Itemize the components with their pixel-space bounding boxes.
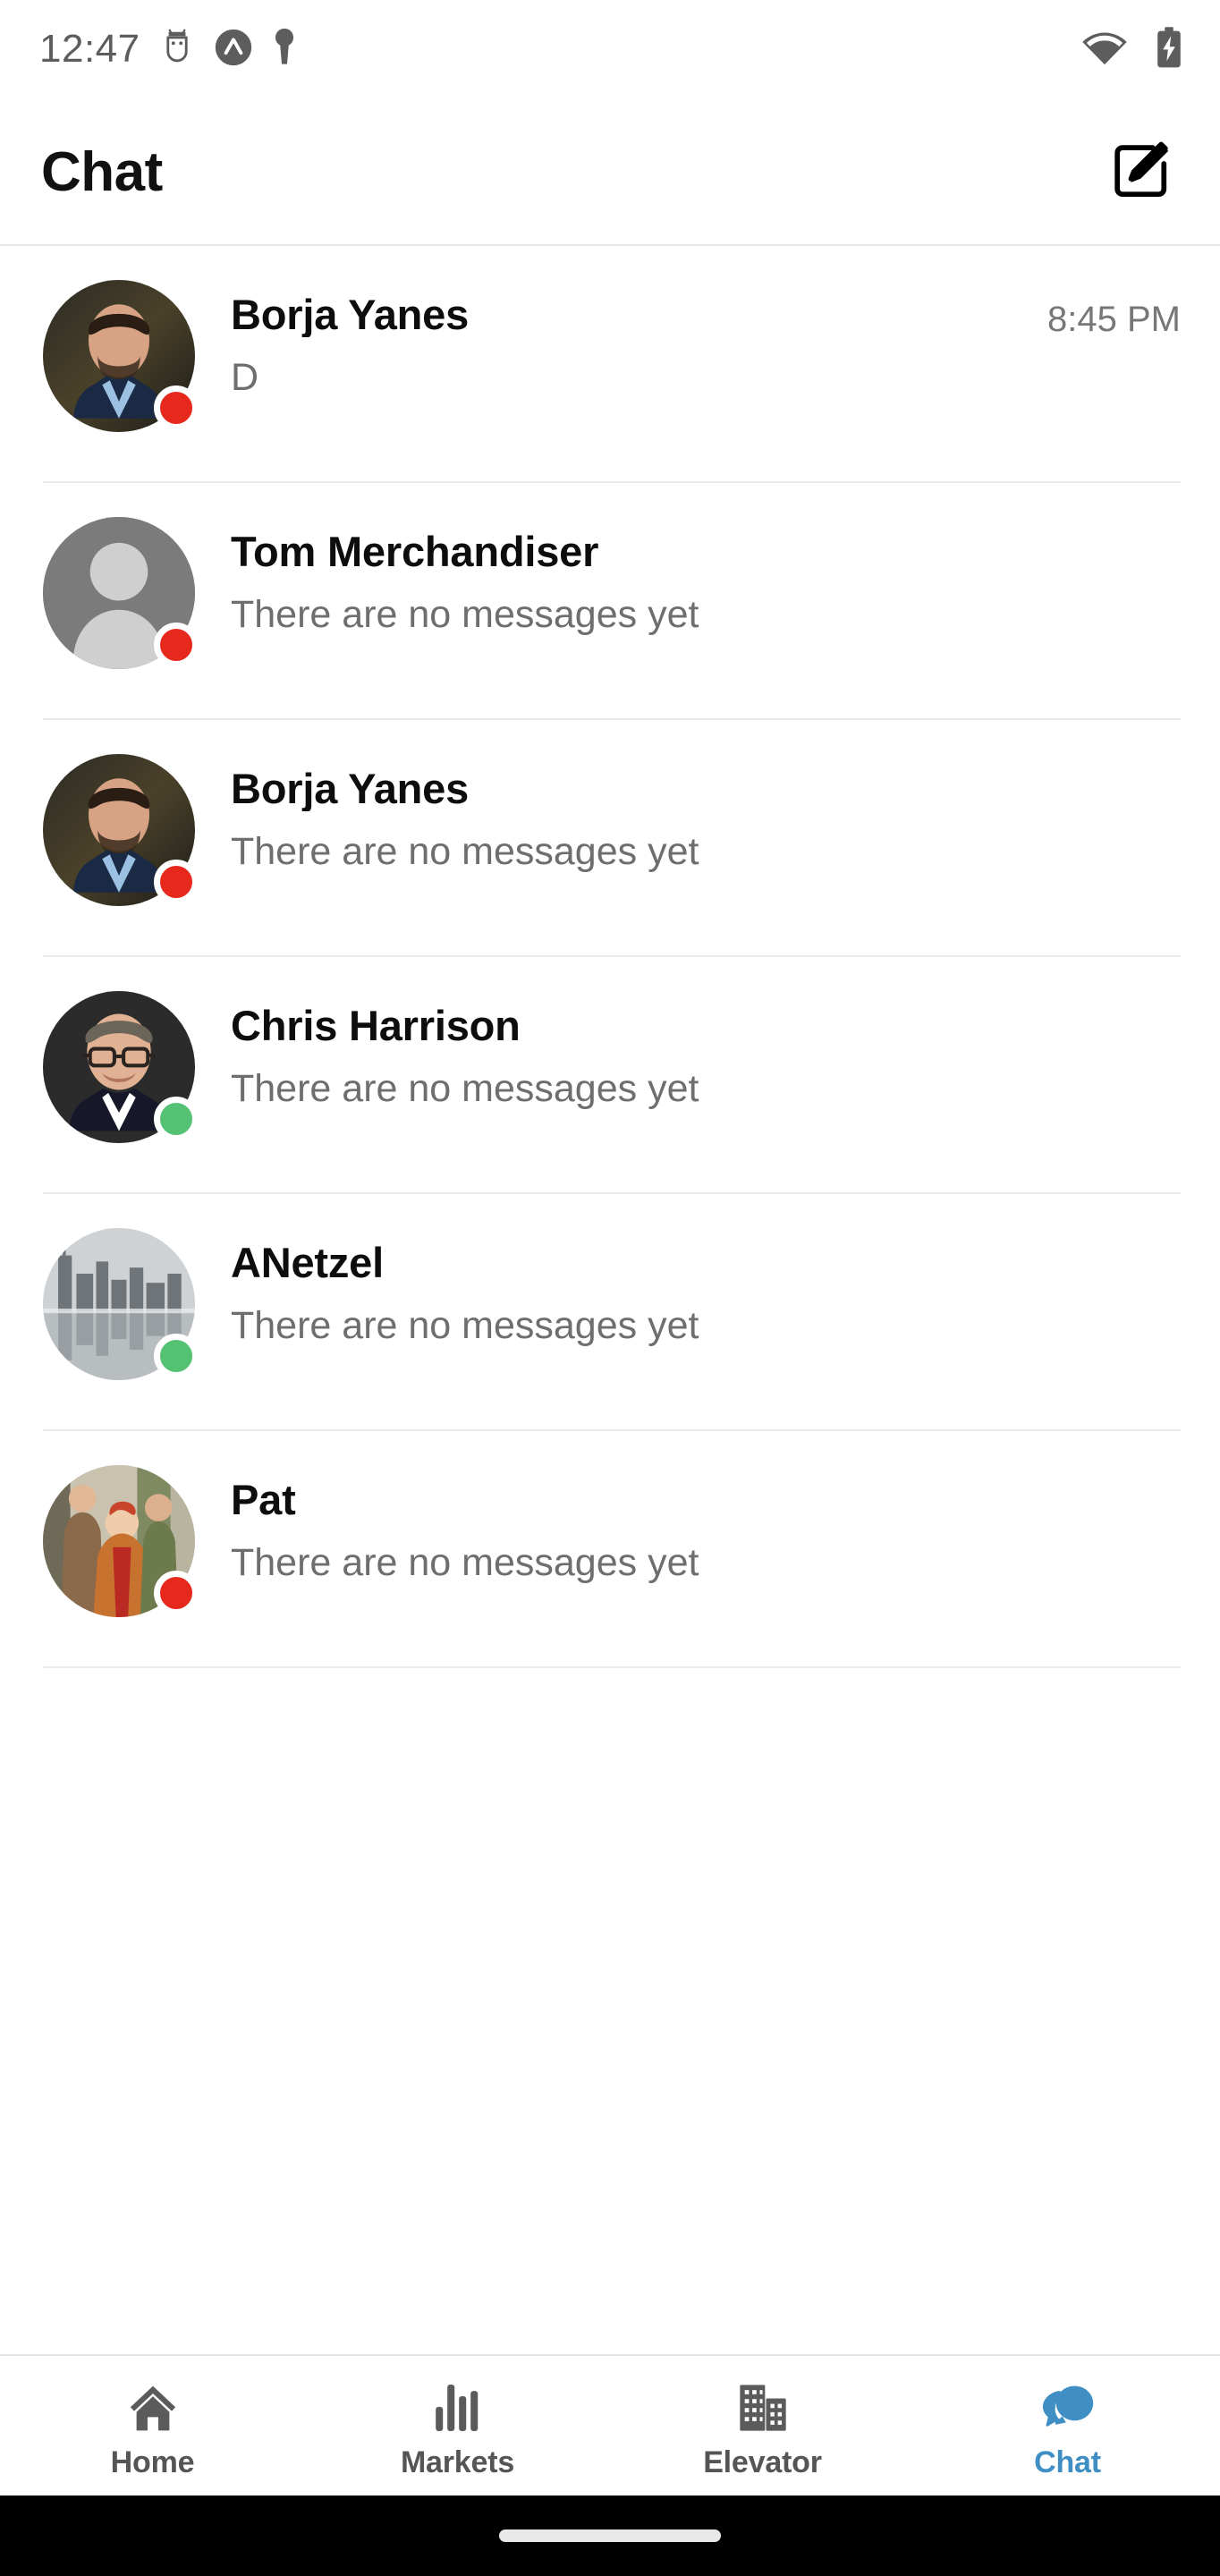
page-title: Chat bbox=[41, 141, 163, 203]
chat-item-preview: D bbox=[231, 356, 259, 399]
bottom-navigation: Home Markets Elevator Chat bbox=[0, 2354, 1220, 2496]
chat-item-timestamp bbox=[1165, 1228, 1181, 1248]
status-dot-offline bbox=[154, 386, 199, 430]
chat-list-item[interactable]: Borja Yanes D 8:45 PM bbox=[0, 246, 1220, 483]
chat-item-text: Borja Yanes D bbox=[195, 280, 1031, 399]
chat-item-text: Tom Merchandiser There are no messages y… bbox=[195, 517, 1165, 636]
chat-item-text: ANetzel There are no messages yet bbox=[195, 1228, 1165, 1347]
avatar bbox=[43, 1465, 199, 1617]
avatar bbox=[43, 517, 199, 669]
nav-label-chat: Chat bbox=[1034, 2445, 1101, 2479]
chat-item-preview: There are no messages yet bbox=[231, 1541, 699, 1584]
nav-item-home[interactable]: Home bbox=[0, 2356, 305, 2496]
app-header: Chat bbox=[0, 98, 1220, 246]
wifi-icon bbox=[1080, 28, 1129, 72]
nav-item-chat[interactable]: Chat bbox=[915, 2356, 1220, 2496]
chat-list: Borja Yanes D 8:45 PM Tom Merchandiser T… bbox=[0, 246, 1220, 2354]
chat-item-preview: There are no messages yet bbox=[231, 830, 699, 873]
status-dot-offline bbox=[154, 860, 199, 904]
chat-item-timestamp bbox=[1165, 1465, 1181, 1485]
chat-item-preview: There are no messages yet bbox=[231, 1067, 699, 1110]
chat-bubble-icon bbox=[1039, 2377, 1097, 2433]
chat-item-name: Chris Harrison bbox=[231, 1004, 521, 1048]
home-icon bbox=[127, 2377, 179, 2433]
status-bar-right bbox=[1080, 26, 1184, 73]
android-debug-icon bbox=[160, 28, 194, 72]
status-dot-offline bbox=[154, 623, 199, 667]
chat-list-item[interactable]: Chris Harrison There are no messages yet bbox=[0, 957, 1220, 1194]
system-navigation-bar bbox=[0, 2496, 1220, 2576]
chat-item-name: Borja Yanes bbox=[231, 292, 470, 337]
chat-item-text: Chris Harrison There are no messages yet bbox=[195, 991, 1165, 1110]
chat-item-timestamp bbox=[1165, 754, 1181, 774]
chat-item-name: Tom Merchandiser bbox=[231, 530, 599, 574]
nav-item-markets[interactable]: Markets bbox=[305, 2356, 610, 2496]
status-bar: 12:47 bbox=[0, 0, 1220, 98]
avatar bbox=[43, 991, 199, 1143]
avatar bbox=[43, 754, 199, 906]
chat-item-preview: There are no messages yet bbox=[231, 1304, 699, 1347]
chat-item-name: Pat bbox=[231, 1478, 296, 1522]
chat-item-timestamp bbox=[1165, 991, 1181, 1011]
compose-button[interactable] bbox=[1102, 133, 1181, 212]
bar-chart-icon bbox=[435, 2377, 481, 2433]
home-indicator[interactable] bbox=[499, 2529, 721, 2542]
nav-label-markets: Markets bbox=[400, 2445, 515, 2479]
list-divider bbox=[43, 1666, 1181, 1668]
chat-item-preview: There are no messages yet bbox=[231, 593, 699, 636]
nav-label-home: Home bbox=[110, 2445, 195, 2479]
nav-label-elevator: Elevator bbox=[703, 2445, 822, 2479]
chat-item-timestamp bbox=[1165, 517, 1181, 537]
avatar bbox=[43, 1228, 199, 1380]
battery-charging-icon bbox=[1154, 26, 1184, 73]
app-badge-icon bbox=[214, 28, 253, 72]
chat-list-item[interactable]: Tom Merchandiser There are no messages y… bbox=[0, 483, 1220, 720]
compose-icon bbox=[1108, 138, 1174, 207]
chat-list-item[interactable]: ANetzel There are no messages yet bbox=[0, 1194, 1220, 1431]
avatar bbox=[43, 280, 199, 432]
chat-item-name: ANetzel bbox=[231, 1241, 384, 1285]
status-dot-offline bbox=[154, 1571, 199, 1615]
chat-item-text: Pat There are no messages yet bbox=[195, 1465, 1165, 1584]
chat-list-item[interactable]: Pat There are no messages yet bbox=[0, 1431, 1220, 1668]
status-bar-left: 12:47 bbox=[39, 27, 296, 72]
chat-item-name: Borja Yanes bbox=[231, 767, 470, 811]
status-dot-online bbox=[154, 1097, 199, 1141]
app-screen: 12:47 Chat Borja Yanes D 8:45 PM Tom Mer… bbox=[0, 0, 1220, 2576]
key-icon bbox=[273, 27, 296, 72]
building-icon bbox=[738, 2377, 788, 2433]
chat-item-text: Borja Yanes There are no messages yet bbox=[195, 754, 1165, 873]
chat-item-timestamp: 8:45 PM bbox=[1047, 300, 1181, 339]
status-bar-clock: 12:47 bbox=[39, 27, 140, 71]
chat-list-item[interactable]: Borja Yanes There are no messages yet bbox=[0, 720, 1220, 957]
status-dot-online bbox=[154, 1334, 199, 1378]
nav-item-elevator[interactable]: Elevator bbox=[610, 2356, 915, 2496]
